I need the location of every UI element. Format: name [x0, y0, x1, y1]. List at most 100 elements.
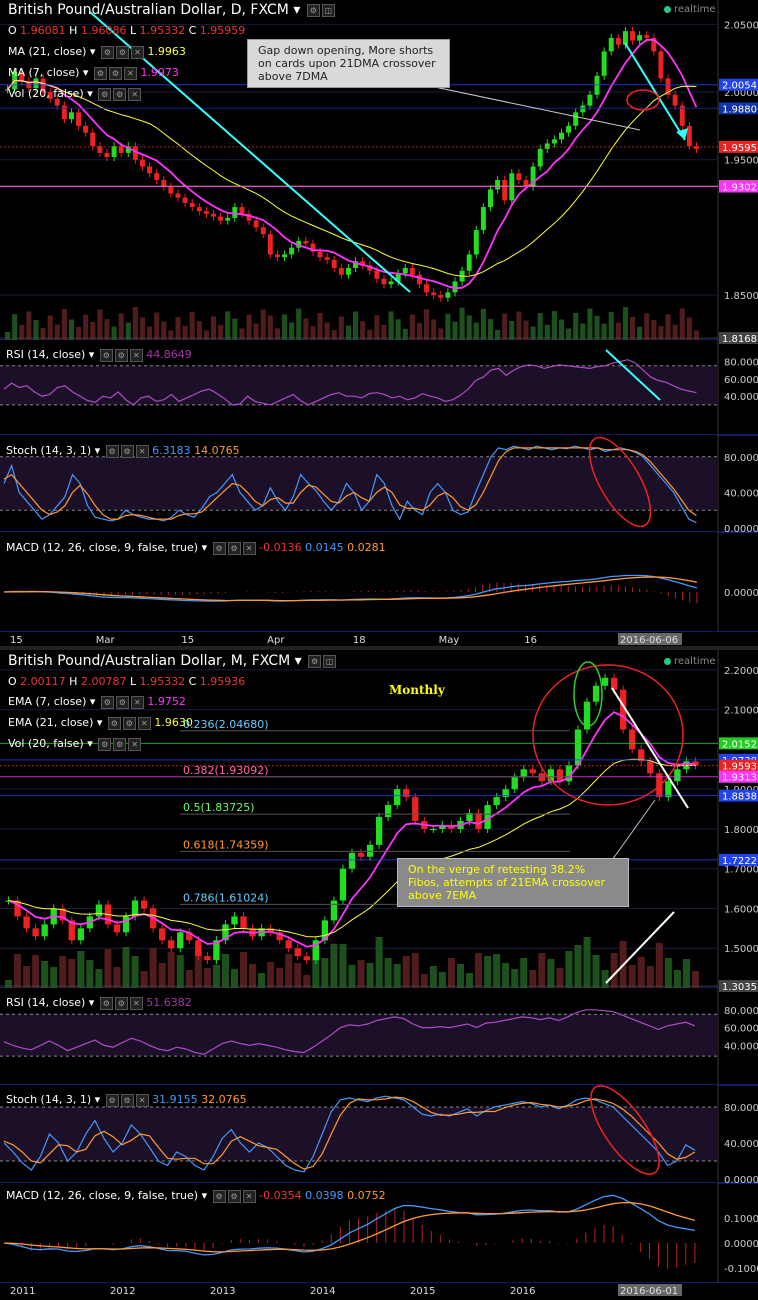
monthly-price-label: 1.7222 [722, 856, 757, 867]
daily-rsi-label[interactable]: RSI (14, close) ▾ ⚙ ⚙ ✕ 44.8649 [6, 348, 192, 362]
monthly-candle [294, 948, 301, 957]
daily-candle [239, 207, 245, 214]
daily-candle [622, 31, 628, 45]
daily-volume-bar [395, 319, 401, 340]
monthly-indicator-vol[interactable]: Vol (20, false) ▾ ⚙ ⚙ ✕ [8, 737, 142, 751]
monthly-volume-bar [673, 970, 681, 988]
monthly-price-label: 1.8838 [722, 792, 757, 803]
monthly-indicator-ema7[interactable]: EMA (7, close) ▾ ⚙ ⚙ ✕ 1.9752 [8, 695, 186, 709]
monthly-candle [339, 868, 347, 901]
monthly-candle [113, 924, 121, 933]
monthly-hide-icon[interactable]: ◫ [323, 654, 337, 668]
daily-candle [274, 254, 280, 258]
monthly-volume-bar [384, 958, 392, 988]
monthly-candle [41, 924, 48, 937]
daily-candle [495, 180, 501, 190]
monthly-volume-bar [366, 963, 374, 988]
daily-volume-bar [189, 312, 195, 340]
monthly-volume-bar [375, 937, 383, 988]
daily-volume-bar [516, 311, 522, 340]
daily-volume-bar [537, 313, 543, 340]
monthly-rsi-label[interactable]: RSI (14, close) ▾ ⚙ ⚙ ✕ 51.6382 [6, 996, 192, 1010]
daily-candle [445, 292, 451, 298]
monthly-volume-bar [285, 954, 293, 988]
monthly-macd-label[interactable]: MACD (12, 26, close, 9, false, true) ▾ ⚙… [6, 1189, 386, 1203]
daily-macd-tick: 0.0000 [724, 588, 758, 599]
monthly-stoch-label[interactable]: Stoch (14, 3, 1) ▾ ⚙ ⚙ ✕ 31.9155 32.0765 [6, 1093, 247, 1107]
daily-candle [83, 125, 89, 133]
daily-volume-bar [324, 322, 330, 340]
daily-volume-bar [615, 322, 621, 340]
daily-candle [438, 295, 444, 298]
daily-volume-bar [5, 332, 11, 340]
monthly-volume-bar [502, 963, 510, 988]
monthly-price-label: 1.3035 [722, 982, 757, 993]
monthly-candle [375, 817, 383, 845]
monthly-volume-bar [484, 956, 492, 988]
monthly-volume-bar [565, 951, 573, 988]
daily-volume-bar [388, 311, 394, 340]
daily-indicator-vol[interactable]: Vol (20, false) ▾ ⚙ ⚙ ✕ [8, 87, 142, 101]
monthly-volume-bar [149, 948, 157, 988]
monthly-annotation: On the verge of retesting 38.2% Fibos, a… [397, 858, 629, 907]
daily-hide-icon[interactable]: ◫ [321, 3, 335, 17]
daily-candle [289, 247, 295, 255]
daily-volume-bar [104, 319, 110, 340]
monthly-volume-bar [556, 968, 564, 988]
monthly-volume-bar [664, 958, 672, 988]
daily-volume-bar [431, 319, 437, 340]
monthly-settings-icon[interactable]: ⚙ [308, 654, 322, 668]
daily-price-label: 1.9595 [722, 143, 757, 154]
monthly-volume-bar [203, 968, 211, 988]
monthly-candle [195, 940, 202, 957]
monthly-x-axis-tick: 2015 [410, 1286, 435, 1297]
daily-indicator-ma7[interactable]: MA (7, close) ▾ ⚙ ⚙ ✕ 1.9973 [8, 66, 179, 80]
daily-price-label: 1.9880 [722, 104, 757, 115]
monthly-rsi-tick: 60.000 [724, 1024, 758, 1035]
monthly-y-tick: 2.1000 [724, 706, 758, 717]
monthly-indicator-ema21[interactable]: EMA (21, close) ▾ ⚙ ⚙ ✕ 1.9630 [8, 716, 193, 730]
daily-volume-bar [459, 307, 465, 340]
monthly-candle [647, 761, 654, 774]
daily-volume-bar [232, 318, 238, 340]
daily-candle [225, 217, 231, 221]
daily-stoch-label[interactable]: Stoch (14, 3, 1) ▾ ⚙ ⚙ ✕ 6.3183 14.0765 [6, 444, 240, 458]
daily-volume-bar [502, 313, 508, 340]
monthly-volume-bar [429, 966, 437, 988]
monthly-candle [529, 769, 536, 774]
monthly-candle [366, 844, 374, 857]
daily-indicator-ma21[interactable]: MA (21, close) ▾ ⚙ ⚙ ✕ 1.9963 [8, 45, 186, 59]
monthly-volume-bar [113, 967, 121, 988]
daily-candle [218, 216, 224, 221]
monthly-volume-bar [185, 970, 193, 988]
daily-macd-label[interactable]: MACD (12, 26, close, 9, false, true) ▾ ⚙… [6, 541, 386, 555]
monthly-x-axis-tick: 2016-06-01 [620, 1286, 678, 1297]
monthly-y-tick: 1.8000 [724, 825, 758, 836]
daily-price-label: 2.0054 [722, 81, 757, 92]
daily-volume-bar [12, 314, 18, 340]
daily-volume-bar [118, 313, 124, 340]
monthly-candle [357, 852, 365, 857]
daily-candle [68, 112, 74, 120]
daily-stoch-tick: 80.000 [724, 453, 758, 464]
monthly-volume-bar [357, 960, 365, 988]
monthly-x-axis-tick: 2012 [110, 1286, 135, 1297]
daily-volume-bar [509, 321, 515, 340]
daily-volume-bar [622, 307, 628, 340]
daily-candle [331, 259, 337, 268]
monthly-chart-title[interactable]: British Pound/Australian Dollar, M, FXCM… [8, 653, 337, 669]
daily-volume-bar [651, 320, 657, 340]
monthly-volume-bar [249, 964, 257, 988]
monthly-macd-tick: 0.0000 [724, 1239, 758, 1250]
daily-volume-bar [246, 314, 252, 340]
monthly-y-tick: 1.5000 [724, 944, 758, 955]
daily-volume-bar [487, 319, 494, 340]
monthly-x-axis-tick: 2011 [10, 1286, 35, 1297]
monthly-volume-bar [212, 965, 220, 988]
daily-settings-icon[interactable]: ⚙ [306, 3, 320, 17]
realtime-dot-icon [664, 657, 671, 665]
daily-candle [559, 132, 564, 140]
daily-candle [566, 125, 572, 133]
daily-chart-title[interactable]: British Pound/Australian Dollar, D, FXCM… [8, 2, 335, 18]
daily-volume-bar [203, 330, 209, 340]
